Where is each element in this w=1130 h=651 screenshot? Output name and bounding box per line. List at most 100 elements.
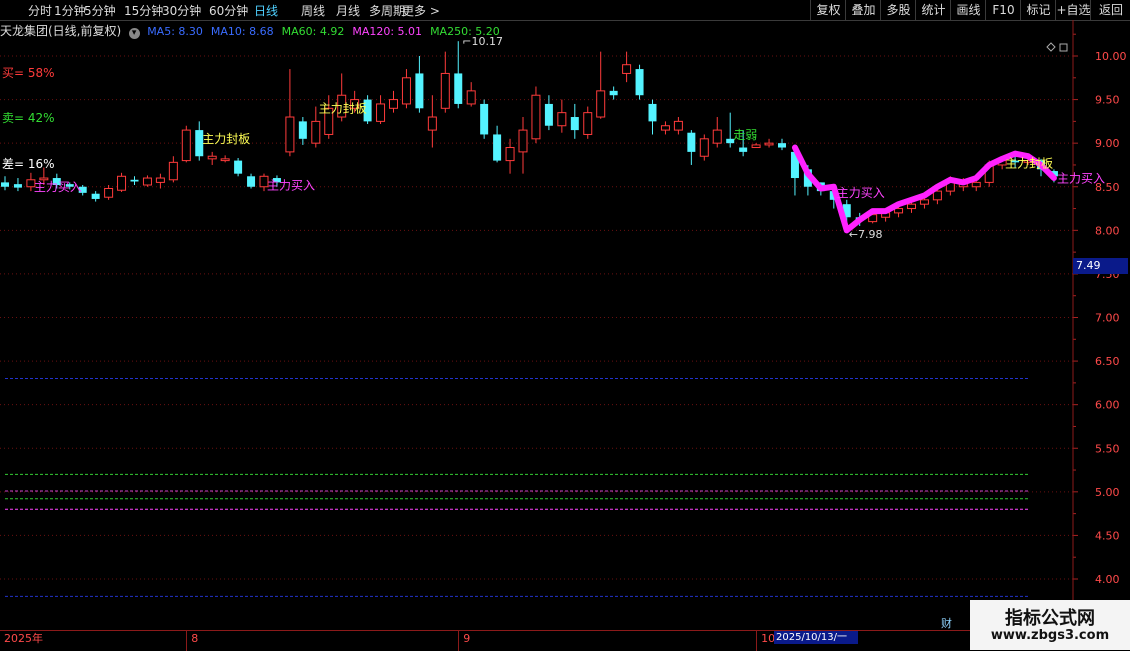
period-tab-5[interactable]: 60分钟	[209, 2, 248, 19]
candle-body-47	[609, 90, 618, 96]
candle-body-14	[181, 129, 191, 162]
square-icon[interactable]	[1059, 43, 1068, 52]
period-tab-8[interactable]: 月线	[336, 2, 360, 19]
candle-body-50	[648, 103, 657, 122]
candle-body-16	[207, 155, 217, 160]
candle-body-18	[234, 160, 243, 174]
candle-body-58	[751, 144, 761, 149]
candlestick-chart[interactable]: 4.004.505.005.506.006.507.007.508.008.50…	[0, 20, 1130, 630]
period-tab-1[interactable]: 1分钟	[54, 2, 86, 19]
toolbar-button-4[interactable]: 画线	[950, 0, 986, 20]
signal-label-6: 主力封板	[1005, 157, 1053, 171]
period-tab-4[interactable]: 30分钟	[162, 2, 201, 19]
candle-body-37	[480, 103, 489, 135]
candle-body-43	[557, 112, 567, 127]
candle-body-35	[454, 73, 463, 104]
ytick-label-1: 4.50	[1095, 529, 1120, 542]
toolbar-button-7[interactable]: +自选	[1055, 0, 1091, 20]
candle-body-49	[635, 69, 644, 96]
candle-body-32	[415, 73, 424, 109]
toolbar-button-0[interactable]: 复权	[810, 0, 846, 20]
diamond-icon[interactable]	[1046, 42, 1056, 52]
candle-body-39	[505, 147, 515, 162]
toolbar-button-3[interactable]: 统计	[915, 0, 951, 20]
candle-body-72	[932, 190, 942, 201]
candle-body-23	[298, 121, 307, 139]
signal-label-2: 主力买入	[267, 178, 315, 192]
toolbar-button-6[interactable]: 标记	[1020, 0, 1056, 20]
candle-body-40	[518, 129, 528, 153]
signal-label-4: 走弱	[733, 128, 757, 142]
toolbar-button-8[interactable]: 返回	[1090, 0, 1130, 20]
candle-body-45	[583, 112, 593, 135]
signal-label-7: 主力买入	[1057, 171, 1105, 185]
candle-body-22	[285, 116, 295, 153]
candle-body-10	[130, 179, 139, 182]
date-tick-3: 10	[756, 631, 775, 651]
candle-body-75	[971, 181, 981, 188]
ytick-label-11: 9.50	[1095, 94, 1120, 107]
period-tab-10[interactable]: 更多 >	[402, 2, 440, 19]
candle-body-12	[155, 177, 165, 183]
period-toolbar: 分时 1分钟 5分钟 15分钟 30分钟 60分钟 日线 周线 月线 多周期 更多 > 复权 叠加 多股统…	[0, 0, 1130, 21]
candle-body-30	[389, 99, 398, 109]
candle-body-7	[91, 193, 100, 199]
stat-label-2: 差= 16%	[2, 157, 55, 171]
candle-body-13	[168, 161, 178, 181]
toolbar-button-5[interactable]: F10	[985, 0, 1021, 20]
watermark-title: 指标公式网	[1005, 608, 1095, 629]
candle-body-17	[220, 158, 230, 162]
candle-body-53	[687, 132, 696, 152]
high-price-label: ⌐10.17	[462, 35, 503, 48]
candle-body-60	[778, 143, 786, 148]
signal-label-5: 主力买入	[837, 186, 885, 200]
candle-body-42	[544, 103, 553, 126]
current-price-badge: 7.49	[1073, 258, 1128, 274]
candle-body-70	[907, 203, 916, 210]
ytick-label-5: 6.50	[1095, 355, 1120, 368]
signal-label-3: 主力封板	[319, 102, 367, 116]
toolbar-button-1[interactable]: 叠加	[845, 0, 881, 20]
stat-label-0: 买= 58%	[2, 66, 55, 80]
period-tab-7[interactable]: 周线	[301, 2, 325, 19]
candle-body-44	[570, 117, 579, 131]
candle-body-8	[104, 187, 114, 198]
ytick-label-8: 8.00	[1095, 224, 1120, 237]
cursor-date: 2025/10/13/一	[774, 631, 858, 644]
signal-label-1: 主力封板	[202, 132, 250, 146]
date-axis: 2025年 8 9 10	[0, 630, 1130, 651]
stat-label-1: 卖= 42%	[2, 111, 55, 125]
date-tick-2: 9	[458, 631, 470, 651]
low-price-label: ←7.98	[849, 228, 883, 241]
candle-body-33	[427, 116, 437, 131]
candle-body-71	[919, 199, 929, 205]
ytick-label-3: 5.50	[1095, 442, 1120, 455]
toolbar-button-2[interactable]: 多股	[880, 0, 916, 20]
ytick-label-4: 6.00	[1095, 399, 1120, 412]
candle-body-19	[247, 176, 256, 187]
period-tab-0[interactable]: 分时	[28, 2, 52, 19]
candle-body-59	[764, 142, 774, 146]
period-tab-9[interactable]: 多周期	[369, 2, 405, 19]
candle-body-48	[622, 64, 632, 74]
candle-body-9	[117, 175, 127, 191]
candle-body-46	[596, 90, 606, 118]
date-tick-0: 2025年	[4, 632, 43, 645]
candle-body-1	[13, 184, 22, 188]
period-tab-6[interactable]: 日线	[254, 2, 278, 19]
watermark-url: www.zbgs3.com	[990, 628, 1110, 643]
ytick-label-0: 4.00	[1095, 573, 1120, 586]
candle-body-0	[1, 182, 9, 187]
finance-button[interactable]: 财	[941, 615, 957, 630]
candle-body-31	[401, 77, 411, 105]
candle-body-51	[660, 125, 670, 131]
candle-body-41	[531, 94, 541, 140]
ytick-label-10: 9.00	[1095, 137, 1120, 150]
candle-body-69	[894, 208, 904, 214]
candle-body-38	[493, 134, 502, 161]
ytick-label-12: 10.00	[1095, 50, 1127, 63]
candle-body-55	[712, 129, 722, 144]
period-tab-3[interactable]: 15分钟	[124, 2, 163, 19]
watermark-logo: 指标公式网 www.zbgs3.com	[970, 600, 1130, 650]
period-tab-2[interactable]: 5分钟	[84, 2, 116, 19]
